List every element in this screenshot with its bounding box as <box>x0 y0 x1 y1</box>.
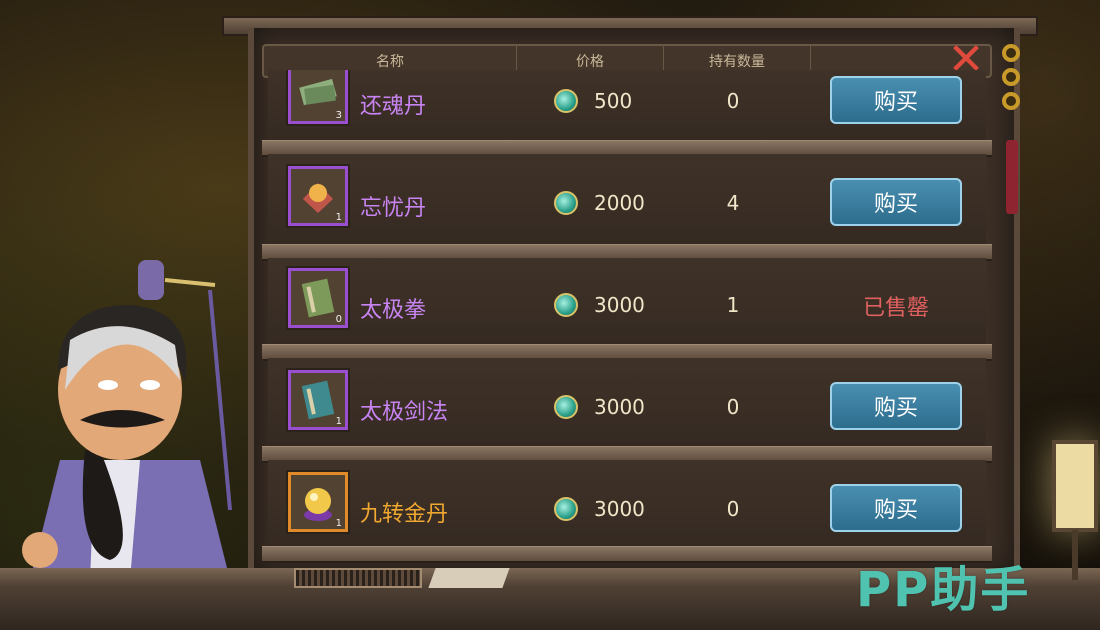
shop-row: 1 九转金丹 3000 0 购买 <box>268 460 986 546</box>
item-held: 1 <box>726 293 740 317</box>
teal-book-icon[interactable]: 1 <box>288 370 348 430</box>
buy-button[interactable]: 购买 <box>830 484 962 532</box>
item-price: 3000 <box>594 395 645 419</box>
shop-row: 3 还魂丹 500 0 购买 <box>268 70 986 140</box>
green-bills-icon[interactable]: 3 <box>288 70 348 124</box>
lantern-icon <box>1052 440 1098 532</box>
item-name: 太极拳 <box>360 298 427 323</box>
buy-button[interactable]: 购买 <box>830 76 962 124</box>
item-name: 忘忧丹 <box>360 196 427 221</box>
jade-coin-icon <box>554 395 578 419</box>
buy-button[interactable]: 购买 <box>830 178 962 226</box>
jade-coin-icon <box>554 89 578 113</box>
watermark: PP助手 <box>856 562 1031 618</box>
item-count: 1 <box>335 212 342 223</box>
buy-button[interactable]: 购买 <box>830 382 962 430</box>
item-count: 0 <box>335 314 342 325</box>
lantern-stand <box>1072 530 1078 580</box>
item-price: 3000 <box>594 293 645 317</box>
item-price: 2000 <box>594 191 645 215</box>
shop-row: 1 太极剑法 3000 0 购买 <box>268 358 986 446</box>
jade-coin-icon <box>554 191 578 215</box>
abacus-icon <box>294 568 422 588</box>
item-price: 500 <box>594 89 633 113</box>
green-book-icon[interactable]: 0 <box>288 268 348 328</box>
shop-row: 1 忘忧丹 2000 4 购买 <box>268 154 986 244</box>
item-held: 0 <box>726 395 740 419</box>
item-count: 1 <box>335 416 342 427</box>
item-count: 3 <box>335 110 342 121</box>
jade-coin-icon <box>554 497 578 521</box>
item-name: 还魂丹 <box>360 94 427 119</box>
tassel-ornament <box>1006 140 1018 214</box>
item-held: 4 <box>726 191 740 215</box>
item-name: 九转金丹 <box>360 502 449 527</box>
orange-orb-icon[interactable]: 1 <box>288 166 348 226</box>
item-price: 3000 <box>594 497 645 521</box>
shop-row: 0 太极拳 3000 1 已售罄 <box>268 258 986 344</box>
item-held: 0 <box>726 89 740 113</box>
golden-pearl-icon[interactable]: 1 <box>288 472 348 532</box>
jade-coin-icon <box>554 293 578 317</box>
paper-note-icon <box>428 568 510 588</box>
sold-out-label: 已售罄 <box>862 296 929 321</box>
item-name: 太极剑法 <box>360 400 449 425</box>
item-held: 0 <box>726 497 740 521</box>
coin-string-ornament <box>1002 44 1024 116</box>
item-count: 1 <box>335 518 342 529</box>
merchant-npc <box>22 260 232 580</box>
